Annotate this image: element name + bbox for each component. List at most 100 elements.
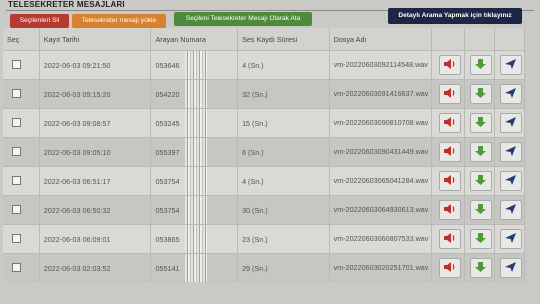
redaction-blur [185, 196, 208, 224]
caller-number-cell: 055141 [150, 253, 239, 282]
row-checkbox[interactable] [12, 88, 21, 98]
redaction-blur [185, 167, 208, 195]
send-cell [494, 224, 526, 254]
download-cell [464, 79, 495, 109]
table-row[interactable]: 2022-06-03 06:09:01 053865 23 (Sn.) vm-2022… [3, 224, 526, 254]
record-date: 2022-06-03 06:51:17 [39, 166, 152, 196]
row-checkbox[interactable] [12, 59, 21, 69]
download-arrow-icon[interactable] [470, 229, 493, 249]
speaker-icon[interactable] [438, 200, 461, 220]
download-arrow-icon[interactable] [470, 200, 493, 220]
record-date: 2022-06-03 09:21:50 [39, 50, 152, 80]
caller-number: 055141 [155, 263, 180, 273]
send-icon[interactable] [500, 171, 523, 191]
column-header-caller[interactable]: Arayan Numara [150, 28, 239, 51]
table-row[interactable]: 2022-06-03 09:21:50 053646 4 (Sn.) vm-20220… [3, 50, 526, 80]
play-cell [431, 137, 465, 167]
table-row[interactable]: 2022-06-03 09:15:20 054220 32 (Sn.) vm-2022… [3, 79, 526, 109]
play-cell [431, 195, 465, 225]
send-cell [494, 50, 526, 80]
recording-duration: 6 (Sn.) [237, 137, 330, 167]
send-icon[interactable] [500, 229, 523, 249]
caller-number-cell: 054220 [150, 79, 239, 109]
download-arrow-icon[interactable] [470, 55, 493, 75]
send-cell [494, 195, 526, 225]
send-icon[interactable] [500, 84, 523, 104]
row-select-cell [3, 166, 40, 196]
download-arrow-icon[interactable] [470, 84, 493, 104]
download-cell [464, 253, 495, 282]
record-date: 2022-06-03 09:08:57 [39, 108, 152, 138]
play-cell [431, 166, 465, 196]
row-select-cell [3, 108, 40, 138]
recording-duration: 4 (Sn.) [237, 166, 330, 196]
row-checkbox[interactable] [12, 146, 21, 156]
play-cell [431, 253, 465, 282]
table-header-row: Seç Kayıt Tarihi Arayan Numara Ses Kaydı… [3, 28, 526, 51]
send-icon[interactable] [500, 200, 523, 220]
send-icon[interactable] [500, 113, 523, 133]
row-select-cell [3, 137, 40, 167]
file-name: vm-20220603064930613.wav [329, 195, 433, 225]
send-icon[interactable] [500, 142, 523, 162]
download-arrow-icon[interactable] [470, 142, 493, 162]
caller-number: 053865 [155, 234, 180, 244]
download-cell [464, 108, 495, 138]
file-name: vm-20220603090431449.wav [329, 137, 433, 167]
row-checkbox[interactable] [12, 262, 21, 272]
record-date: 2022-06-03 02:03:52 [39, 253, 152, 282]
download-arrow-icon[interactable] [470, 258, 493, 278]
download-arrow-icon[interactable] [470, 113, 493, 133]
send-cell [494, 253, 526, 282]
send-cell [494, 108, 526, 138]
file-name: vm-20220603065041284.wav [329, 166, 433, 196]
column-header-send [494, 28, 526, 51]
column-header-play [431, 28, 465, 51]
upload-message-button[interactable]: Telesekreter mesajı yükle [72, 14, 166, 28]
table-row[interactable]: 2022-06-03 09:05:10 055397 6 (Sn.) vm-20220… [3, 137, 526, 167]
redaction-blur [185, 225, 208, 253]
caller-number: 054220 [155, 89, 180, 99]
column-header-date[interactable]: Kayıt Tarihi [39, 28, 152, 51]
caller-number: 053754 [155, 176, 180, 186]
caller-number-cell: 055397 [150, 137, 239, 167]
redaction-blur [185, 109, 208, 137]
speaker-icon[interactable] [438, 171, 461, 191]
speaker-icon[interactable] [438, 142, 461, 162]
download-arrow-icon[interactable] [470, 171, 493, 191]
record-date: 2022-06-03 06:09:01 [39, 224, 152, 254]
table-row[interactable]: 2022-06-03 06:50:32 053754 30 (Sn.) vm-2022… [3, 195, 526, 225]
speaker-icon[interactable] [438, 84, 461, 104]
speaker-icon[interactable] [438, 113, 461, 133]
caller-number-cell: 053754 [150, 195, 239, 225]
delete-selected-button[interactable]: Seçilenleri Sil [10, 14, 69, 28]
column-header-file[interactable]: Dosya Adı [329, 28, 433, 51]
download-cell [464, 50, 495, 80]
row-checkbox[interactable] [12, 204, 21, 214]
caller-number-cell: 053865 [150, 224, 239, 254]
recording-duration: 30 (Sn.) [237, 195, 330, 225]
speaker-icon[interactable] [438, 258, 461, 278]
column-header-duration[interactable]: Ses Kaydı Süresi [237, 28, 330, 51]
speaker-icon[interactable] [438, 55, 461, 75]
row-select-cell [3, 195, 40, 225]
recording-duration: 15 (Sn.) [237, 108, 330, 138]
detailed-search-button[interactable]: Detaylı Arama Yapmak için tıklayınız [388, 8, 522, 24]
row-checkbox[interactable] [12, 175, 21, 185]
recording-duration: 4 (Sn.) [237, 50, 330, 80]
voicemail-page: TELESEKRETER MESAJLARI Seçilenleri Sil T… [0, 0, 540, 304]
download-cell [464, 224, 495, 254]
row-checkbox[interactable] [12, 233, 21, 243]
table-row[interactable]: 2022-06-03 02:03:52 055141 29 (Sn.) vm-2022… [3, 253, 526, 282]
table-row[interactable]: 2022-06-03 09:08:57 053245 15 (Sn.) vm-2022… [3, 108, 526, 138]
send-icon[interactable] [500, 55, 523, 75]
send-cell [494, 166, 526, 196]
table-row[interactable]: 2022-06-03 06:51:17 053754 4 (Sn.) vm-20220… [3, 166, 526, 196]
row-checkbox[interactable] [12, 117, 21, 127]
speaker-icon[interactable] [438, 229, 461, 249]
send-icon[interactable] [500, 258, 523, 278]
set-as-voicemail-button[interactable]: Seçileni Telesekreter Mesajı Olarak Ata [174, 12, 312, 26]
caller-number: 053245 [155, 118, 180, 128]
recording-duration: 29 (Sn.) [237, 253, 330, 282]
play-cell [431, 108, 465, 138]
